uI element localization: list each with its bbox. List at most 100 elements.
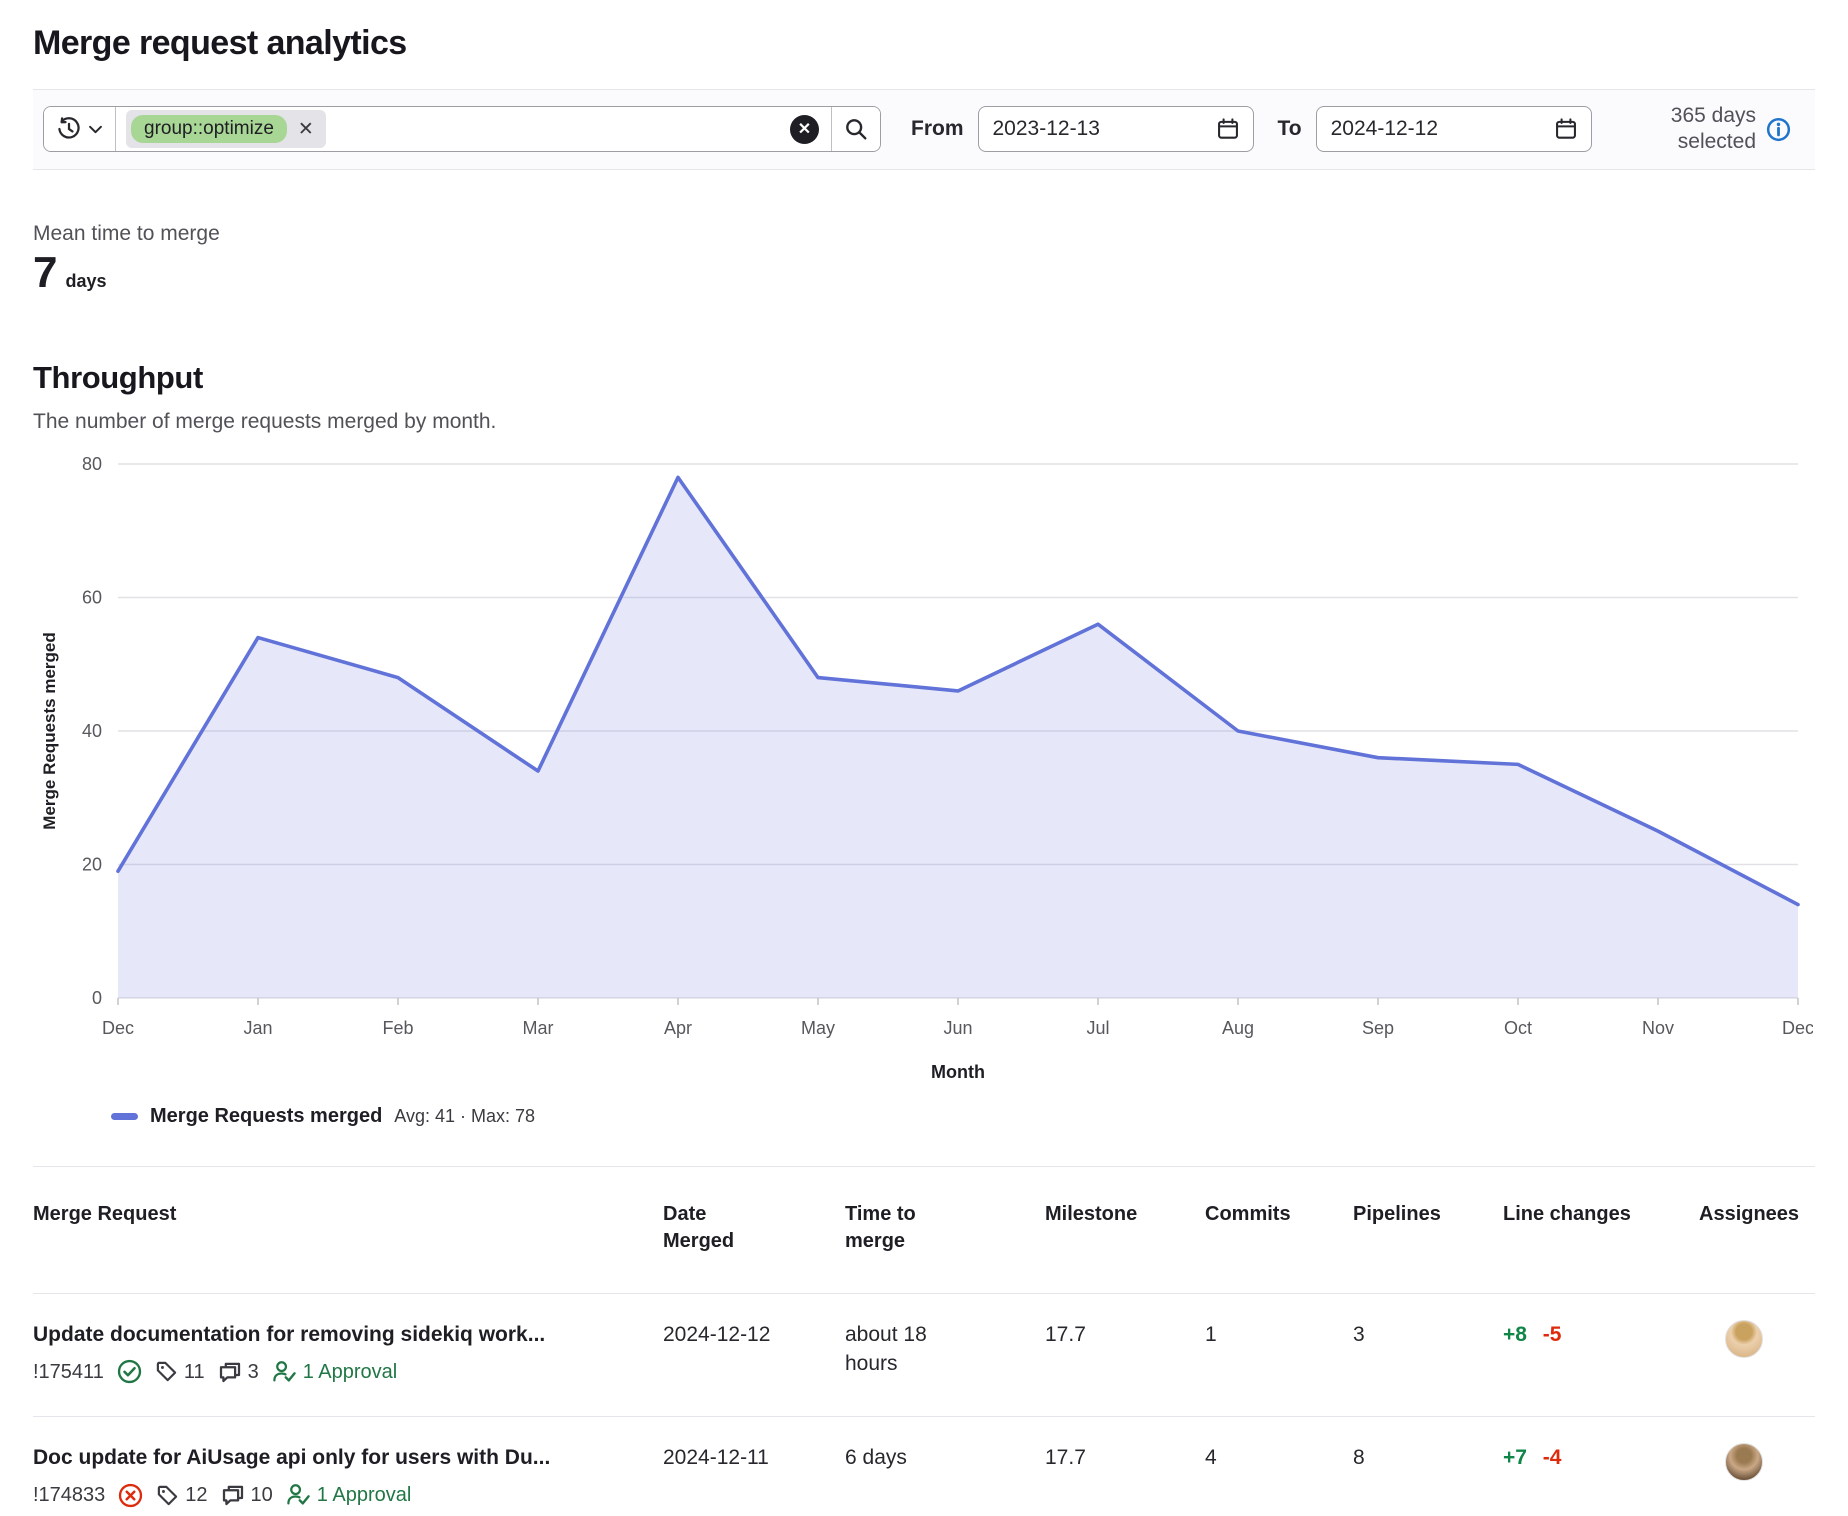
throughput-chart: 0 20 40 60 80 Dec Jan Feb Mar Apr May Jun Jul Aug Sep O…: [33, 442, 1813, 1098]
label-tag-icon: [156, 1484, 179, 1507]
svg-text:Sep: Sep: [1362, 1018, 1394, 1038]
table-header-row: Merge Request Date Merged Time to merge …: [33, 1166, 1815, 1293]
svg-text:60: 60: [82, 587, 102, 607]
pipelines-cell: 3: [1353, 1293, 1503, 1416]
labels-count: 11: [155, 1358, 205, 1386]
filter-token[interactable]: group::optimize ✕: [126, 110, 326, 148]
comments-icon: [218, 1360, 242, 1384]
closed-x-circle-icon: [118, 1483, 143, 1508]
col-pipelines: Pipelines: [1353, 1166, 1503, 1293]
search-icon: [844, 117, 868, 141]
table-row: Update documentation for removing sideki…: [33, 1293, 1815, 1416]
comments-count: 10: [221, 1481, 273, 1509]
mr-title-link[interactable]: Doc update for AiUsage api only for user…: [33, 1443, 647, 1472]
col-milestone: Milestone: [1045, 1166, 1205, 1293]
token-close-icon[interactable]: ✕: [296, 120, 316, 139]
mr-id: !174833: [33, 1481, 105, 1509]
svg-text:Feb: Feb: [382, 1018, 413, 1038]
svg-text:Jun: Jun: [943, 1018, 972, 1038]
commits-cell: 1: [1205, 1293, 1353, 1416]
to-date-value: 2024-12-12: [1331, 117, 1438, 141]
from-date-value: 2023-12-13: [993, 117, 1100, 141]
svg-text:80: 80: [82, 454, 102, 474]
from-date-input[interactable]: 2023-12-13: [978, 106, 1254, 152]
legend-label: Merge Requests merged: [150, 1105, 382, 1128]
labels-count: 12: [156, 1481, 207, 1509]
assignee-avatar[interactable]: [1725, 1443, 1763, 1481]
svg-text:Dec: Dec: [102, 1018, 134, 1038]
filter-token-label: group::optimize: [131, 115, 287, 143]
assignees-cell: [1699, 1293, 1815, 1416]
svg-text:40: 40: [82, 721, 102, 741]
svg-text:May: May: [801, 1018, 835, 1038]
line-changes-cell: +7 -4: [1503, 1416, 1699, 1516]
svg-text:Jan: Jan: [243, 1018, 272, 1038]
to-label: To: [1278, 117, 1302, 141]
date-merged-cell: 2024-12-12: [663, 1293, 845, 1416]
approval-icon: [272, 1360, 296, 1384]
legend-stats: Avg: 41 · Max: 78: [394, 1106, 535, 1127]
stat-unit: days: [65, 271, 106, 292]
table-row: Doc update for AiUsage api only for user…: [33, 1416, 1815, 1516]
merge-request-table: Merge Request Date Merged Time to merge …: [33, 1166, 1815, 1516]
col-time-to-merge: Time to merge: [845, 1166, 1045, 1293]
days-selected: 365 days selected: [1646, 103, 1805, 156]
legend-swatch: [111, 1113, 138, 1120]
col-date-merged: Date Merged: [663, 1166, 845, 1293]
mean-time-to-merge-stat: Mean time to merge 7 days: [33, 222, 1815, 298]
approvals-badge: 1 Approval: [286, 1481, 412, 1509]
svg-text:Merge Requests merged: Merge Requests merged: [40, 632, 59, 829]
svg-text:Apr: Apr: [664, 1018, 692, 1038]
date-merged-cell: 2024-12-11: [663, 1416, 845, 1516]
to-date-input[interactable]: 2024-12-12: [1316, 106, 1592, 152]
clear-search-button[interactable]: ✕: [790, 115, 819, 144]
svg-text:Jul: Jul: [1086, 1018, 1109, 1038]
milestone-cell: 17.7: [1045, 1293, 1205, 1416]
col-assignees: Assignees: [1699, 1166, 1815, 1293]
mr-title-link[interactable]: Update documentation for removing sideki…: [33, 1320, 647, 1349]
svg-text:20: 20: [82, 854, 102, 874]
page-title: Merge request analytics: [33, 24, 1815, 63]
assignees-cell: [1699, 1416, 1815, 1516]
milestone-cell: 17.7: [1045, 1416, 1205, 1516]
time-to-merge-cell: 6 days: [845, 1416, 1045, 1516]
comments-icon: [221, 1483, 245, 1507]
col-merge-request: Merge Request: [33, 1166, 663, 1293]
additions: +8: [1503, 1323, 1527, 1346]
svg-text:Oct: Oct: [1504, 1018, 1532, 1038]
deletions: -4: [1543, 1446, 1562, 1469]
calendar-icon: [1555, 118, 1577, 140]
approval-icon: [286, 1483, 310, 1507]
svg-text:Month: Month: [931, 1062, 985, 1082]
assignee-avatar[interactable]: [1725, 1320, 1763, 1358]
throughput-title: Throughput: [33, 360, 1815, 396]
col-commits: Commits: [1205, 1166, 1353, 1293]
chevron-down-icon: [89, 125, 102, 134]
search-history-button[interactable]: [44, 107, 116, 151]
search-button[interactable]: [831, 107, 880, 151]
search-input[interactable]: group::optimize ✕ ✕: [116, 107, 831, 151]
filter-bar: group::optimize ✕ ✕ From 2023-12-13: [33, 89, 1815, 170]
col-line-changes: Line changes: [1503, 1166, 1699, 1293]
comments-count: 3: [218, 1358, 259, 1386]
info-icon[interactable]: [1766, 117, 1791, 142]
pipelines-cell: 8: [1353, 1416, 1503, 1516]
history-icon: [57, 117, 81, 141]
additions: +7: [1503, 1446, 1527, 1469]
chart-legend: Merge Requests merged Avg: 41 · Max: 78: [111, 1105, 1815, 1128]
mr-id: !175411: [33, 1358, 104, 1386]
stat-label: Mean time to merge: [33, 222, 1815, 246]
from-label: From: [911, 117, 964, 141]
merged-check-circle-icon: [117, 1359, 142, 1384]
days-selected-text: 365 days selected: [1646, 103, 1756, 156]
calendar-icon: [1217, 118, 1239, 140]
label-tag-icon: [155, 1360, 178, 1383]
svg-text:Aug: Aug: [1222, 1018, 1254, 1038]
deletions: -5: [1543, 1323, 1562, 1346]
svg-text:Nov: Nov: [1642, 1018, 1674, 1038]
svg-text:0: 0: [92, 988, 102, 1008]
throughput-subtitle: The number of merge requests merged by m…: [33, 410, 1815, 434]
svg-text:Mar: Mar: [523, 1018, 554, 1038]
stat-value: 7: [33, 248, 57, 298]
approvals-badge: 1 Approval: [272, 1358, 398, 1386]
